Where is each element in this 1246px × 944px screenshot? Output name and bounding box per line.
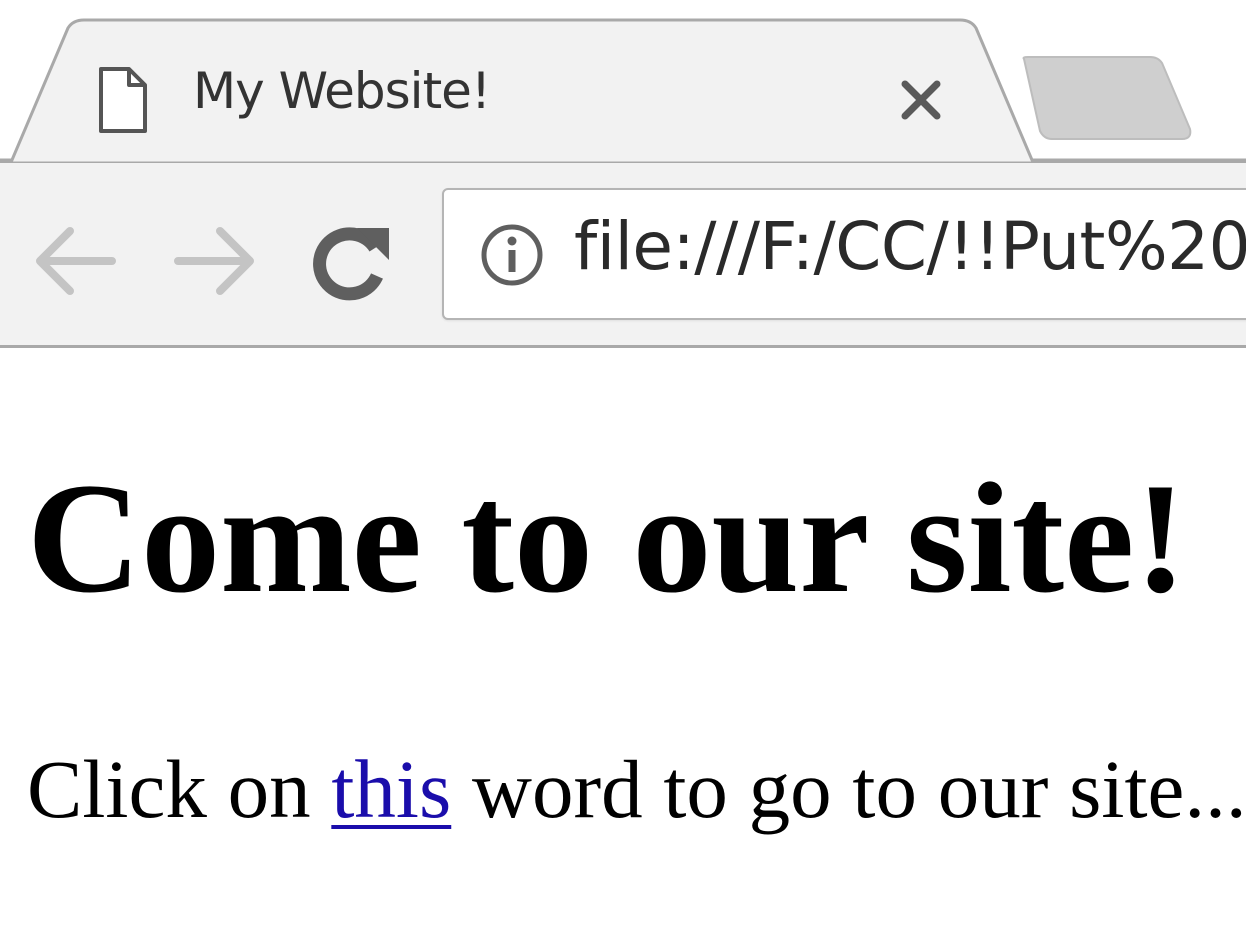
close-icon[interactable] [893,72,949,128]
browser-window: My Website! file:///F:/CC/!!Put%20c Come… [0,0,1246,944]
paragraph-text-before: Click on [27,743,332,835]
address-bar[interactable]: file:///F:/CC/!!Put%20c [442,188,1246,320]
url-text[interactable]: file:///F:/CC/!!Put%20c [574,208,1246,285]
arrow-left-icon[interactable] [30,221,120,301]
reload-icon[interactable] [305,218,395,303]
toolbar: file:///F:/CC/!!Put%20c [0,163,1246,348]
page-icon [99,67,147,133]
page-heading: Come to our site! [27,451,1187,626]
page-content: Come to our site! Click on this word to … [0,348,1246,944]
page-paragraph: Click on this word to go to our site... [27,748,1246,831]
tab-title: My Website! [193,62,491,120]
new-tab-button[interactable] [1020,55,1195,145]
info-icon[interactable] [479,222,545,288]
paragraph-text-after: word to go to our site... [451,743,1246,835]
arrow-right-icon[interactable] [170,221,260,301]
tab-strip: My Website! [0,0,1246,165]
site-link[interactable]: this [331,743,451,835]
